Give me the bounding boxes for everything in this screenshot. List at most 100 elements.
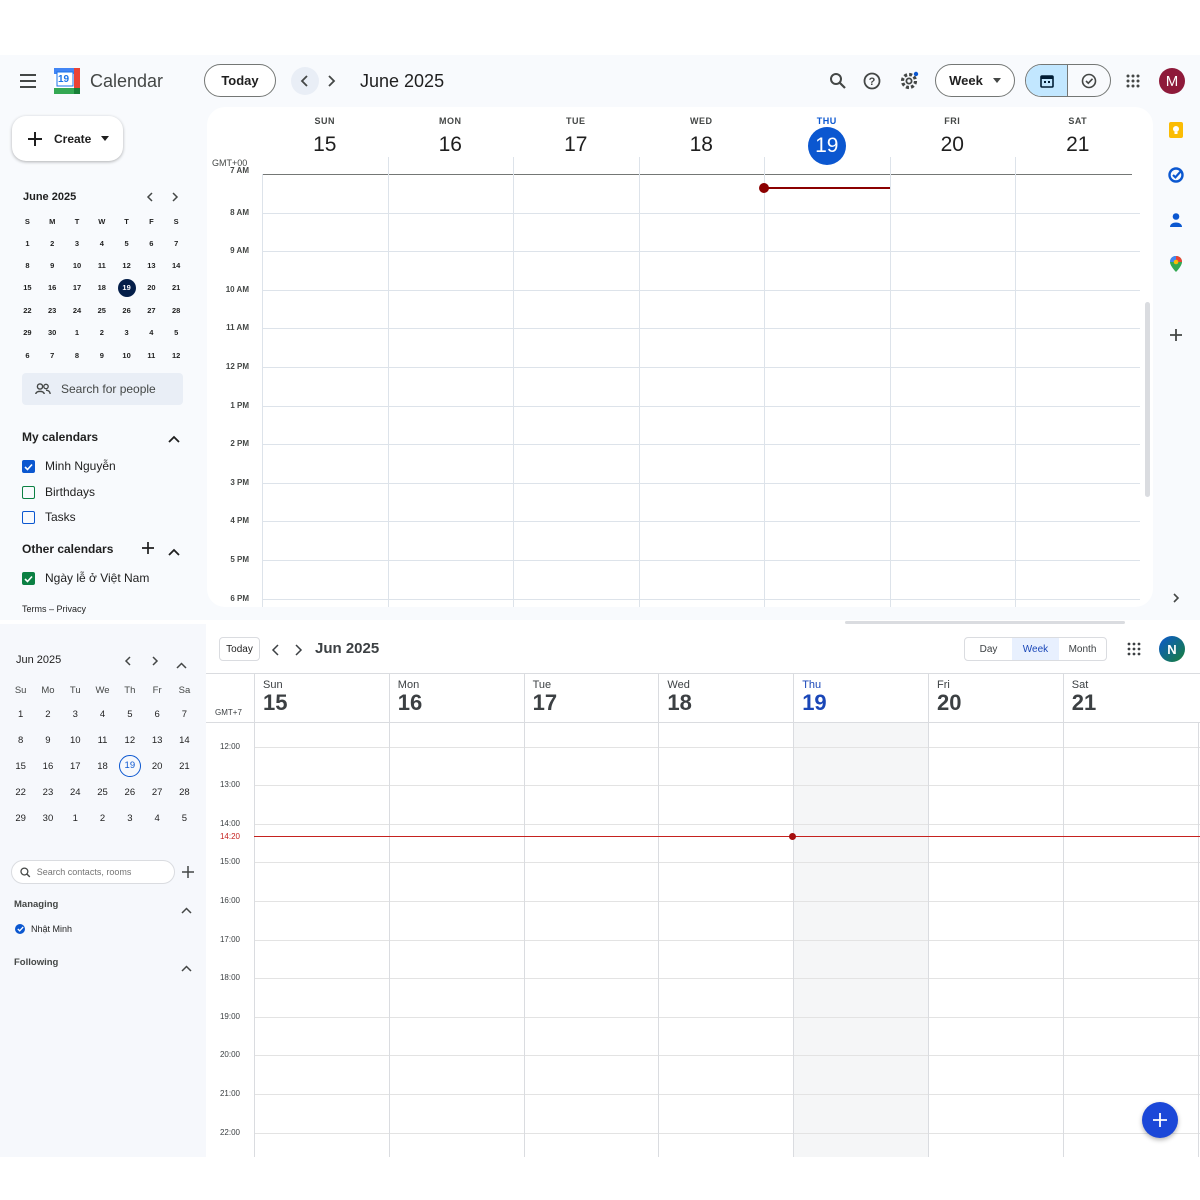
mini-prev-month-chevron-icon-2[interactable] [123,654,133,672]
calendar-label[interactable]: Ngày lễ ở Việt Nam [45,571,149,585]
mini-day-cell[interactable]: 1 [15,232,40,254]
search-contacts-field[interactable] [11,860,175,884]
day-column-header[interactable]: WED 18 [639,107,765,159]
mini-day-cell[interactable]: 28 [171,779,198,805]
mini-day-cell[interactable]: 7 [40,344,65,366]
other-calendars-heading[interactable]: Other calendars [22,542,113,556]
mini-day-cell[interactable]: 15 [7,754,34,780]
mini-day-cell[interactable]: 19 [114,277,139,299]
mini-day-cell[interactable]: 22 [7,779,34,805]
mini-day-cell[interactable]: 11 [89,254,114,276]
mini-day-cell[interactable]: 27 [143,779,170,805]
mini-day-cell[interactable]: 25 [89,299,114,321]
next-week-chevron-icon[interactable] [317,67,345,95]
maps-icon[interactable] [1167,255,1185,278]
keep-icon[interactable] [1167,121,1185,144]
mini-day-cell[interactable]: 14 [164,254,189,276]
mini-day-cell[interactable]: 3 [114,322,139,344]
mini-day-cell[interactable]: 8 [15,254,40,276]
week-view-tab[interactable]: Week [1012,638,1059,660]
calendar-label[interactable]: Tasks [45,510,76,524]
mini-next-month-chevron-icon-2[interactable] [150,654,160,672]
following-heading[interactable]: Following [14,957,58,968]
mini-day-cell[interactable]: 17 [62,754,89,780]
mini-day-cell[interactable]: 11 [139,344,164,366]
mini-day-cell[interactable]: 24 [65,299,90,321]
collapse-managing-chevron-icon[interactable] [181,901,192,919]
mini-day-cell[interactable]: 8 [7,728,34,754]
today-button-2[interactable]: Today [219,637,260,661]
my-calendars-heading[interactable]: My calendars [22,430,98,444]
expand-side-panel-chevron-icon[interactable] [1171,591,1181,609]
mini-day-cell[interactable]: 22 [15,299,40,321]
mini-day-cell[interactable]: 29 [15,322,40,344]
mini-day-cell[interactable]: 20 [143,754,170,780]
mini-day-cell[interactable]: 6 [139,232,164,254]
mini-day-cell[interactable]: 21 [171,754,198,780]
collapse-following-chevron-icon[interactable] [181,959,192,977]
mini-day-cell[interactable]: 18 [89,754,116,780]
apps-grid-icon-2[interactable] [1127,642,1141,661]
mini-day-cell[interactable]: 2 [34,702,61,728]
mini-day-cell[interactable]: 4 [89,232,114,254]
mini-day-cell[interactable]: 19 [116,754,143,780]
terms-privacy-link[interactable]: Terms – Privacy [22,604,86,614]
managed-calendar-label[interactable]: Nhật Minh [31,924,72,934]
mini-day-cell[interactable]: 14 [171,728,198,754]
add-other-calendar-plus-icon[interactable] [141,541,155,560]
mini-day-cell[interactable]: 3 [62,702,89,728]
vertical-scrollbar[interactable] [1145,302,1150,497]
day-column-header[interactable]: Sat 21 [1062,674,1198,722]
create-event-fab[interactable] [1142,1102,1178,1138]
mini-day-cell[interactable]: 4 [143,805,170,831]
day-column-header[interactable]: MON 16 [388,107,514,159]
account-avatar-2[interactable]: N [1159,636,1185,662]
mini-day-cell[interactable]: 4 [89,702,116,728]
next-week-chevron-icon-2[interactable] [293,643,303,661]
mini-day-cell[interactable]: 5 [114,232,139,254]
mini-day-cell[interactable]: 30 [40,322,65,344]
collapse-my-calendars-chevron-icon[interactable] [168,430,180,448]
day-column-header[interactable]: Mon 16 [388,674,524,722]
mini-day-cell[interactable]: 10 [62,728,89,754]
mini-day-cell[interactable]: 12 [116,728,143,754]
calendar-checkbox[interactable] [22,572,35,585]
day-column-header[interactable]: Fri 20 [928,674,1063,722]
mini-day-cell[interactable]: 18 [89,277,114,299]
mini-day-cell[interactable]: 16 [40,277,65,299]
day-column-header[interactable]: FRI 20 [890,107,1016,159]
search-contacts-input[interactable] [36,867,174,877]
mini-day-cell[interactable]: 7 [171,702,198,728]
day-column-header[interactable]: Thu 19 [793,674,928,722]
mini-day-cell[interactable]: 9 [89,344,114,366]
mini-day-cell[interactable]: 6 [143,702,170,728]
main-menu-icon[interactable] [15,67,43,95]
mini-day-cell[interactable]: 16 [34,754,61,780]
mini-day-cell[interactable]: 13 [143,728,170,754]
mini-day-cell[interactable]: 15 [15,277,40,299]
account-avatar[interactable]: M [1159,68,1185,94]
mini-day-cell[interactable]: 23 [40,299,65,321]
calendar-checkbox[interactable] [22,485,35,499]
mini-day-cell[interactable]: 27 [139,299,164,321]
mini-day-cell[interactable]: 5 [164,322,189,344]
calendar-view-toggle-icon[interactable] [1026,65,1069,96]
collapse-other-calendars-chevron-icon[interactable] [168,543,180,561]
mini-day-cell[interactable]: 13 [139,254,164,276]
mini-day-cell[interactable]: 30 [34,805,61,831]
collapse-mini-calendar-chevron-icon[interactable] [176,656,187,674]
mini-day-cell[interactable]: 25 [89,779,116,805]
mini-day-cell[interactable]: 12 [164,344,189,366]
mini-day-cell[interactable]: 2 [89,805,116,831]
month-view-tab[interactable]: Month [1059,638,1106,660]
mini-day-cell[interactable]: 12 [114,254,139,276]
mini-day-cell[interactable]: 26 [116,779,143,805]
mini-day-cell[interactable]: 10 [65,254,90,276]
get-add-ons-plus-icon[interactable] [1169,328,1183,347]
mini-day-cell[interactable]: 29 [7,805,34,831]
day-column-header[interactable]: Tue 17 [523,674,659,722]
mini-day-cell[interactable]: 6 [15,344,40,366]
mini-day-cell[interactable]: 1 [65,322,90,344]
mini-day-cell[interactable]: 21 [164,277,189,299]
mini-day-cell[interactable]: 1 [62,805,89,831]
